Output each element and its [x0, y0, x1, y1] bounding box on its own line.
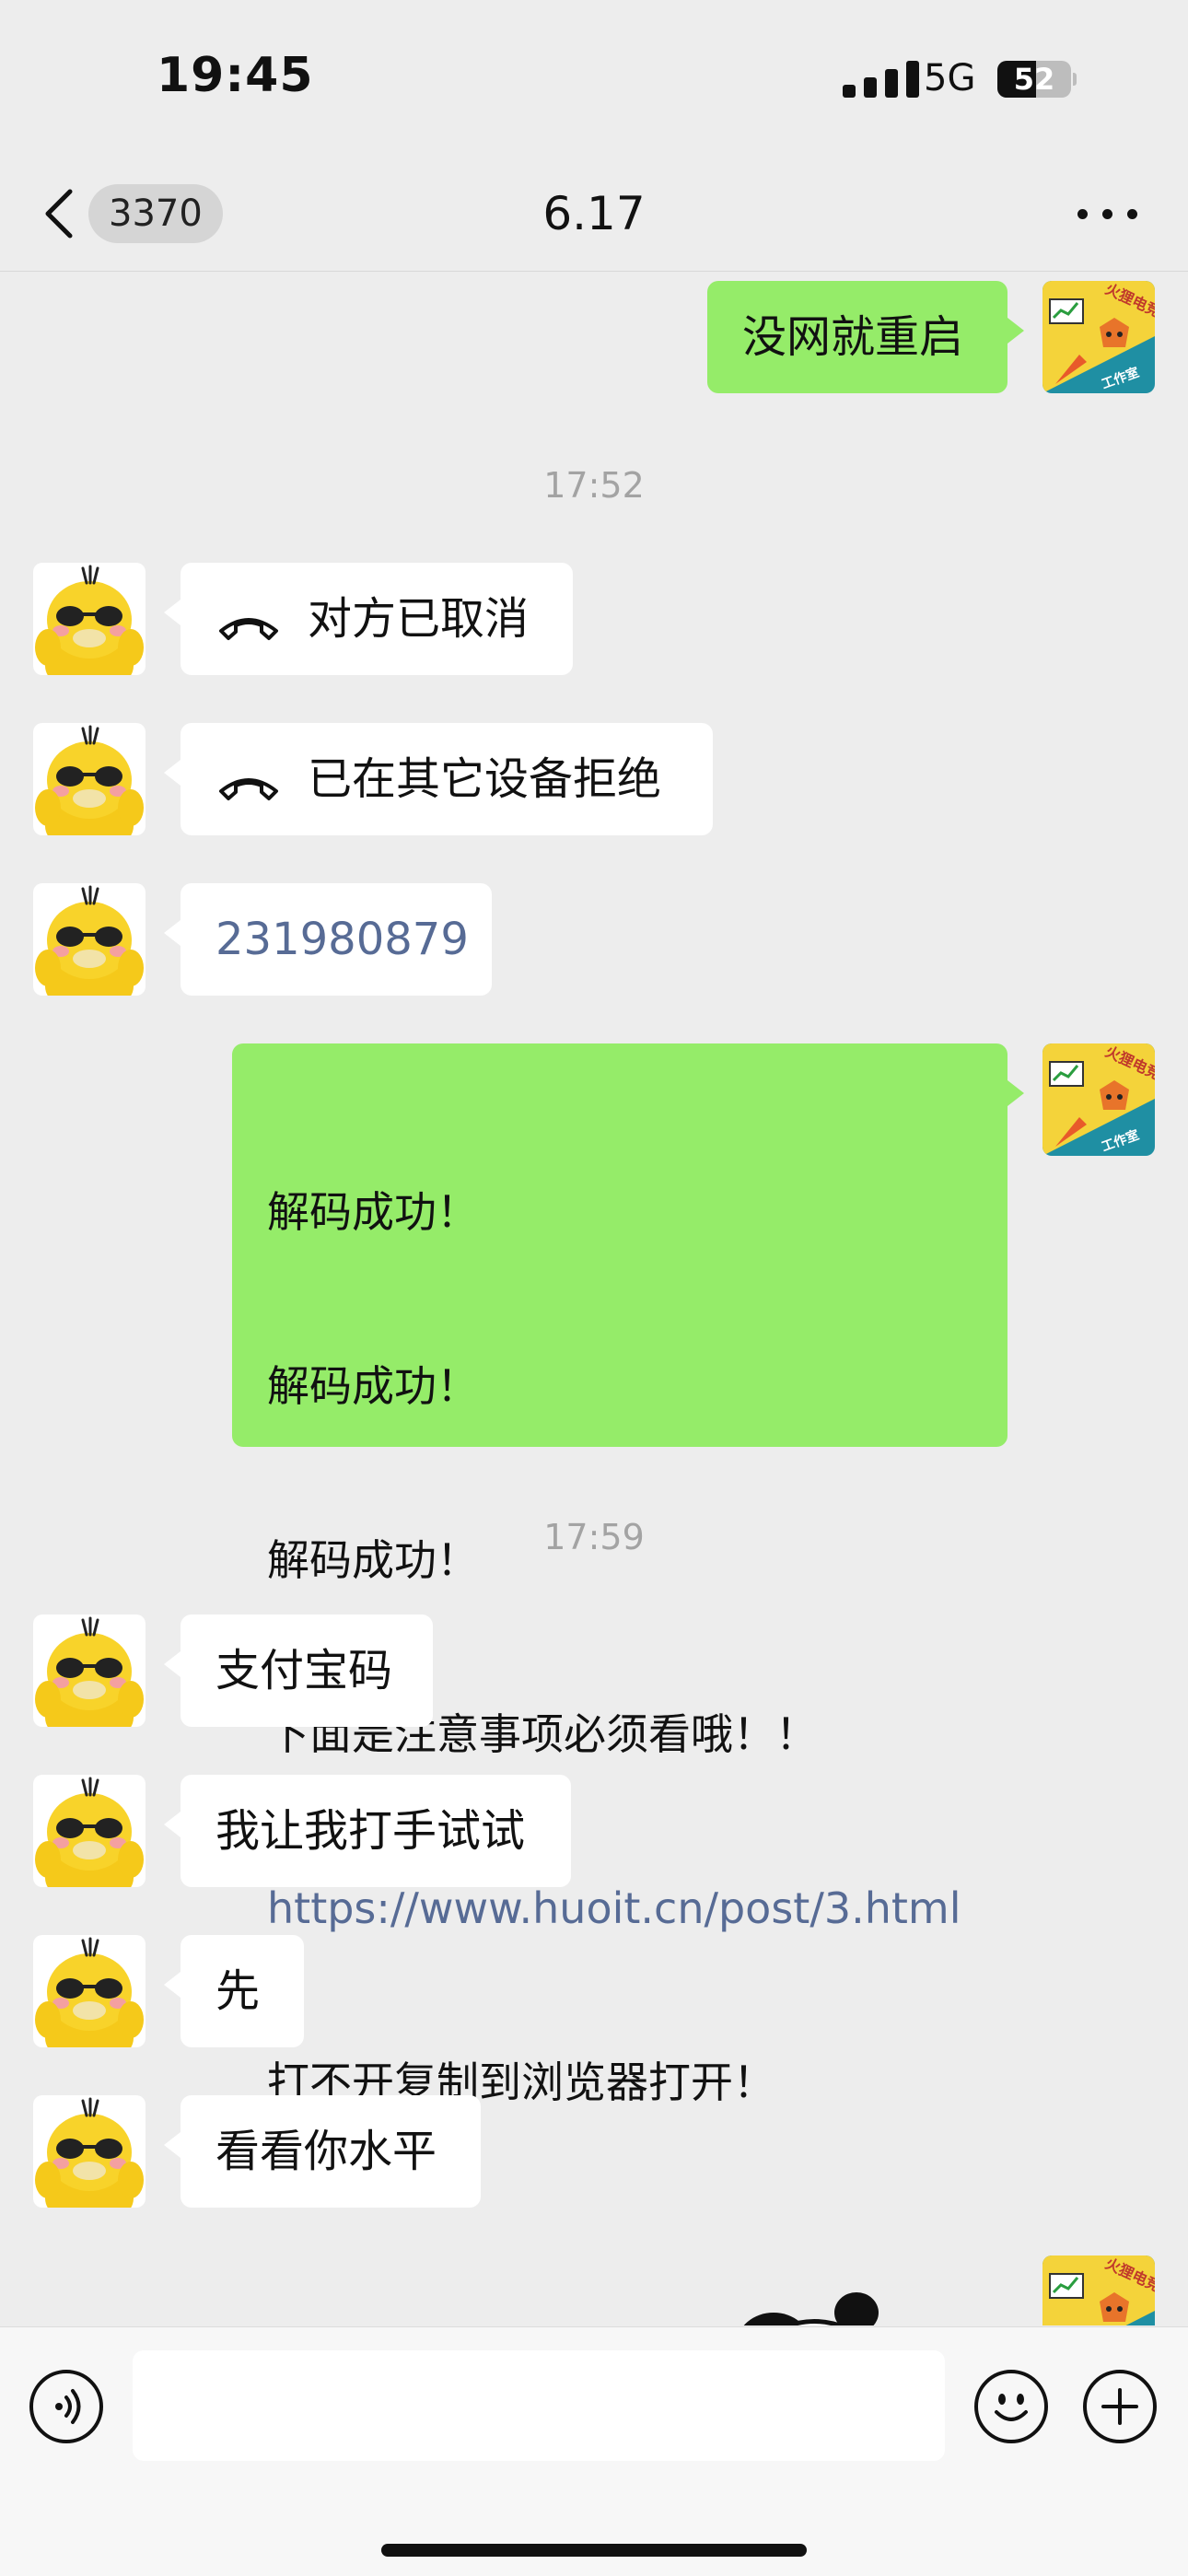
message-bubble-incoming[interactable]: 先: [164, 1935, 304, 2047]
message-text: 已在其它设备拒绝: [308, 753, 662, 805]
status-bar: 19:45 5G 52: [0, 0, 1188, 157]
my-avatar[interactable]: 火狸电竞 工作室: [1042, 2255, 1155, 2325]
contact-avatar[interactable]: [33, 2095, 146, 2208]
battery-level: 52: [1013, 62, 1055, 97]
message-text: 我让我打手试试: [215, 1805, 526, 1857]
sticker-partial[interactable]: [718, 2289, 884, 2325]
message-bubble-outgoing[interactable]: 解码成功！ 解码成功！ 解码成功！ 下面是注意事项必须看哦！！ https://…: [232, 1043, 1024, 2107]
message-bubble-incoming[interactable]: 231980879: [164, 883, 492, 996]
message-text: 看看你水平: [215, 2126, 437, 2177]
message-line: 解码成功！: [267, 1187, 479, 1237]
contact-avatar[interactable]: [33, 1935, 146, 2047]
message-line: 解码成功！: [267, 1361, 479, 1411]
input-bar: [0, 2326, 1188, 2576]
phone-hangup-icon: [215, 760, 282, 800]
message-bubble-incoming[interactable]: 看看你水平: [164, 2095, 481, 2208]
contact-avatar[interactable]: [33, 883, 146, 996]
signal-icon: [843, 61, 920, 98]
message-input[interactable]: [133, 2350, 945, 2461]
message-bubble-outgoing[interactable]: 没网就重启: [707, 281, 1024, 393]
phone-hangup-icon: [215, 600, 282, 640]
contact-avatar[interactable]: [33, 1614, 146, 1727]
contact-avatar[interactable]: [33, 563, 146, 675]
status-time: 19:45: [157, 48, 314, 103]
contact-avatar[interactable]: [33, 723, 146, 835]
number-link[interactable]: 231980879: [215, 914, 469, 965]
call-record-bubble[interactable]: 已在其它设备拒绝: [164, 723, 713, 835]
message-list[interactable]: 没网就重启 火狸电竞 工作室 17:52 对方已取消 已在其它设备拒绝 2319…: [0, 272, 1188, 2325]
message-text: 先: [215, 1965, 261, 2017]
message-bubble-incoming[interactable]: 支付宝码: [164, 1614, 433, 1727]
my-avatar[interactable]: 火狸电竞 工作室: [1042, 281, 1155, 393]
my-avatar[interactable]: 火狸电竞 工作室: [1042, 1043, 1155, 1156]
url-link[interactable]: https://www.huoit.cn/post/3.html: [267, 1880, 973, 1938]
emoji-icon[interactable]: [974, 2370, 1048, 2443]
more-dots-icon[interactable]: [1077, 203, 1142, 225]
message-bubble-incoming[interactable]: 我让我打手试试: [164, 1775, 571, 1887]
network-type: 5G: [924, 57, 976, 99]
message-text: 对方已取消: [308, 593, 530, 645]
timestamp: 17:52: [543, 465, 645, 506]
chat-header: 3370 6.17: [0, 157, 1188, 272]
home-indicator: [381, 2544, 807, 2557]
message-text: 支付宝码: [215, 1645, 393, 1696]
plus-icon[interactable]: [1083, 2370, 1157, 2443]
message-text: 没网就重启: [742, 311, 964, 363]
contact-avatar[interactable]: [33, 1775, 146, 1887]
call-record-bubble[interactable]: 对方已取消: [164, 563, 573, 675]
battery-icon: 52: [997, 61, 1077, 98]
chat-title: 6.17: [542, 187, 646, 240]
voice-icon[interactable]: [29, 2370, 103, 2443]
timestamp: 17:59: [543, 1517, 645, 1557]
